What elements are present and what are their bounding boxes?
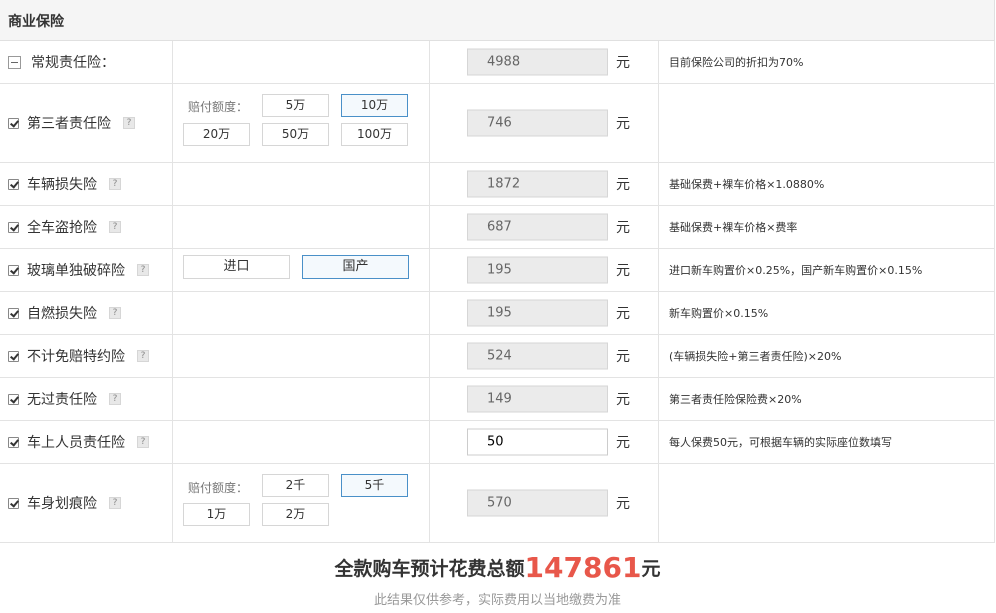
row-note: (车辆损失险+第三者责任险)×20% <box>669 350 842 363</box>
help-icon[interactable]: ? <box>109 178 121 190</box>
unit-label: 元 <box>616 116 630 132</box>
scratch-option-1w[interactable]: 1万 <box>183 503 250 526</box>
row-label: 车身划痕险 <box>27 496 97 512</box>
unit-label: 元 <box>616 220 630 236</box>
unit-label: 元 <box>616 55 630 71</box>
row-label: 全车盗抢险 <box>27 220 97 236</box>
row-glass-breakage: 玻璃单独破碎险 ? 进口 国产 195 元 进口新车购置价×0.25%，国产新车… <box>0 249 995 292</box>
coverage-label: 赔付额度： <box>188 481 249 495</box>
row-note: 新车购置价×0.15% <box>669 307 769 320</box>
row-no-fault-liability: 无过责任险 ? 149 元 第三者责任险保险费×20% <box>0 378 995 421</box>
checkbox-checked-icon[interactable] <box>8 393 19 405</box>
coverage-option-50w[interactable]: 50万 <box>262 123 329 146</box>
premium-amount: 687 <box>467 213 608 241</box>
collapse-toggle-icon[interactable] <box>8 55 21 69</box>
row-deductible-waiver: 不计免赔特约险 ? 524 元 (车辆损失险+第三者责任险)×20% <box>0 335 995 378</box>
help-icon[interactable]: ? <box>137 264 149 276</box>
row-body-scratch: 车身划痕险 ? 赔付额度： 2千 5千 1万 2万 570 元 <box>0 464 995 543</box>
section-title: 商业保险 <box>8 14 64 30</box>
premium-amount: 195 <box>467 299 608 327</box>
disclaimer: 此结果仅供参考，实际费用以当地缴费为准 <box>373 593 621 608</box>
row-label: 第三者责任险 <box>27 116 111 132</box>
checkbox-checked-icon[interactable] <box>8 307 19 319</box>
coverage-label: 赔付额度： <box>188 100 249 114</box>
coverage-option-20w[interactable]: 20万 <box>183 123 250 146</box>
premium-amount: 4988 <box>467 48 608 76</box>
total-prefix: 全款购车预计花费总额 <box>334 558 525 580</box>
help-icon[interactable]: ? <box>109 497 121 509</box>
unit-label: 元 <box>616 263 630 279</box>
row-note: 第三者责任险保险费×20% <box>669 393 802 406</box>
total-cost: 全款购车预计花费总额147861元 <box>0 551 995 584</box>
unit-label: 元 <box>616 349 630 365</box>
help-icon[interactable]: ? <box>109 221 121 233</box>
total-summary: 全款购车预计花费总额147861元 此结果仅供参考，实际费用以当地缴费为准 <box>0 543 995 613</box>
row-passenger-liability: 车上人员责任险 ? 50 元 每人保费50元，可根据车辆的实际座位数填写 <box>0 421 995 464</box>
checkbox-checked-icon[interactable] <box>8 497 19 509</box>
premium-amount: 195 <box>467 256 608 284</box>
row-self-ignition: 自燃损失险 ? 195 元 新车购置价×0.15% <box>0 292 995 335</box>
row-note: 基础保费+裸车价格×费率 <box>669 221 798 234</box>
coverage-option-5w[interactable]: 5万 <box>262 94 329 117</box>
row-third-party-liability: 第三者责任险 ? 赔付额度： 5万 10万 20万 50万 100万 746 元 <box>0 84 995 163</box>
scratch-option-2k[interactable]: 2千 <box>262 474 329 497</box>
row-label: 车辆损失险 <box>27 177 97 193</box>
row-label: 玻璃单独破碎险 <box>27 263 125 279</box>
row-label: 常规责任险： <box>31 55 115 71</box>
scratch-option-5k[interactable]: 5千 <box>341 474 408 497</box>
help-icon[interactable]: ? <box>109 307 121 319</box>
premium-amount: 524 <box>467 342 608 370</box>
row-regular-liability: 常规责任险： 4988 元 目前保险公司的折扣为70% <box>0 41 995 84</box>
glass-option-domestic[interactable]: 国产 <box>302 255 409 279</box>
glass-option-imported[interactable]: 进口 <box>183 255 290 279</box>
row-theft: 全车盗抢险 ? 687 元 基础保费+裸车价格×费率 <box>0 206 995 249</box>
row-label: 车上人员责任险 <box>27 435 125 451</box>
premium-amount: 746 <box>467 109 608 137</box>
total-suffix: 元 <box>641 558 661 580</box>
coverage-option-100w[interactable]: 100万 <box>341 123 408 146</box>
checkbox-checked-icon[interactable] <box>8 117 19 129</box>
help-icon[interactable]: ? <box>109 393 121 405</box>
total-value: 147861 <box>524 551 642 584</box>
section-header: 商业保险 <box>0 0 995 41</box>
unit-label: 元 <box>616 435 630 451</box>
row-note: 每人保费50元，可根据车辆的实际座位数填写 <box>669 436 892 449</box>
row-label: 不计免赔特约险 <box>27 349 125 365</box>
unit-label: 元 <box>616 392 630 408</box>
passenger-premium-input[interactable]: 50 <box>467 428 608 456</box>
row-note: 进口新车购置价×0.25%，国产新车购置价×0.15% <box>669 264 923 277</box>
help-icon[interactable]: ? <box>137 436 149 448</box>
coverage-option-10w[interactable]: 10万 <box>341 94 408 117</box>
row-vehicle-damage: 车辆损失险 ? 1872 元 基础保费+裸车价格×1.0880% <box>0 163 995 206</box>
help-icon[interactable]: ? <box>123 117 135 129</box>
premium-amount: 570 <box>467 489 608 517</box>
checkbox-checked-icon[interactable] <box>8 436 19 448</box>
insurance-calculator: 商业保险 常规责任险： 4988 元 目前保险公司的折扣为70% 第三者责任险 … <box>0 0 996 613</box>
unit-label: 元 <box>616 496 630 512</box>
help-icon[interactable]: ? <box>137 350 149 362</box>
unit-label: 元 <box>616 306 630 322</box>
premium-amount: 149 <box>467 385 608 413</box>
premium-amount: 1872 <box>467 170 608 198</box>
row-label: 无过责任险 <box>27 392 97 408</box>
unit-label: 元 <box>616 177 630 193</box>
row-label: 自燃损失险 <box>27 306 97 322</box>
checkbox-checked-icon[interactable] <box>8 264 19 276</box>
row-note: 目前保险公司的折扣为70% <box>669 56 804 69</box>
checkbox-checked-icon[interactable] <box>8 221 19 233</box>
row-note: 基础保费+裸车价格×1.0880% <box>669 178 825 191</box>
scratch-option-2w[interactable]: 2万 <box>262 503 329 526</box>
checkbox-checked-icon[interactable] <box>8 178 19 190</box>
checkbox-checked-icon[interactable] <box>8 350 19 362</box>
